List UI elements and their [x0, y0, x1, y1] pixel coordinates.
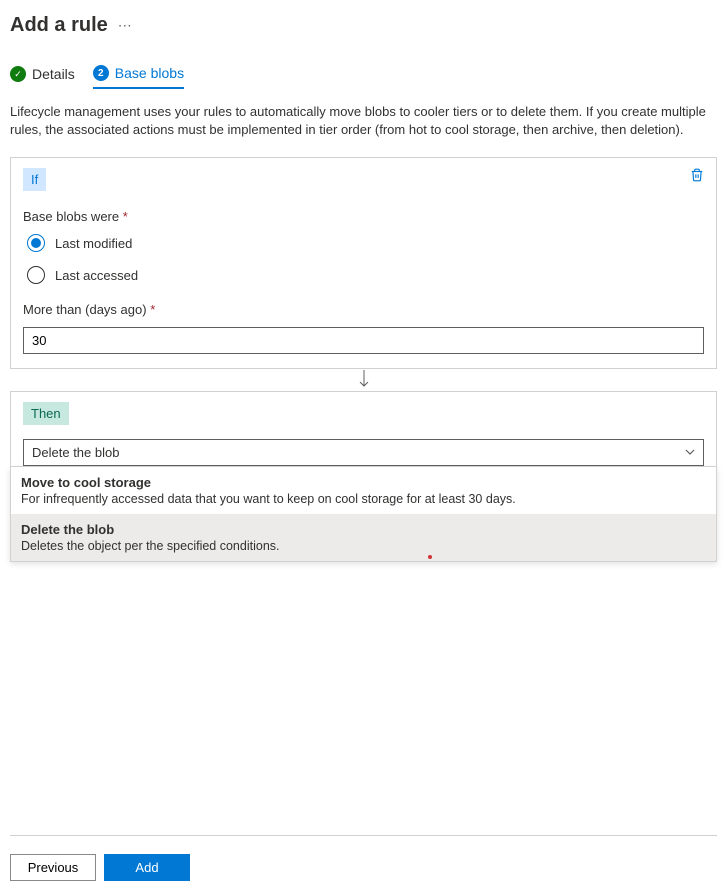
- footer: Previous Add: [10, 835, 717, 881]
- dropdown-item-title: Delete the blob: [21, 522, 706, 537]
- action-select-value: Delete the blob: [32, 445, 119, 460]
- step-number-icon: 2: [93, 65, 109, 81]
- dropdown-item-cool-storage[interactable]: Move to cool storage For infrequently ac…: [11, 467, 716, 514]
- tabs: ✓ Details 2 Base blobs: [10, 65, 717, 89]
- tab-details-label: Details: [32, 66, 75, 82]
- indicator-dot: [428, 555, 432, 559]
- radio-icon: [27, 234, 45, 252]
- description-text: Lifecycle management uses your rules to …: [10, 103, 717, 139]
- condition-label: Base blobs were *: [23, 209, 704, 224]
- dropdown-item-desc: For infrequently accessed data that you …: [21, 492, 706, 506]
- radio-last-accessed[interactable]: Last accessed: [27, 266, 704, 284]
- days-label: More than (days ago) *: [23, 302, 704, 317]
- divider: [10, 835, 717, 836]
- more-actions-icon[interactable]: ⋯: [118, 17, 132, 34]
- delete-icon[interactable]: [690, 168, 704, 185]
- chevron-down-icon: [685, 447, 695, 458]
- then-badge: Then: [23, 402, 69, 425]
- tab-base-blobs[interactable]: 2 Base blobs: [93, 65, 184, 89]
- radio-last-accessed-label: Last accessed: [55, 268, 138, 283]
- dropdown-item-desc: Deletes the object per the specified con…: [21, 539, 706, 553]
- radio-last-modified-label: Last modified: [55, 236, 132, 251]
- days-input[interactable]: [23, 327, 704, 354]
- if-condition-card: If Base blobs were * Last modified Last …: [10, 157, 717, 369]
- if-badge: If: [23, 168, 46, 191]
- connector-arrow-icon: [10, 369, 717, 391]
- check-circle-icon: ✓: [10, 66, 26, 82]
- base-blobs-radio-group: Last modified Last accessed: [27, 234, 704, 284]
- dropdown-item-delete-blob[interactable]: Delete the blob Deletes the object per t…: [11, 514, 716, 561]
- action-dropdown: Move to cool storage For infrequently ac…: [10, 467, 717, 562]
- dropdown-item-title: Move to cool storage: [21, 475, 706, 490]
- page-title: Add a rule: [10, 14, 108, 37]
- tab-base-blobs-label: Base blobs: [115, 65, 184, 81]
- add-button[interactable]: Add: [104, 854, 190, 881]
- then-action-card: Then Delete the blob: [10, 391, 717, 467]
- tab-details[interactable]: ✓ Details: [10, 65, 75, 89]
- radio-last-modified[interactable]: Last modified: [27, 234, 704, 252]
- previous-button[interactable]: Previous: [10, 854, 96, 881]
- radio-icon: [27, 266, 45, 284]
- action-select[interactable]: Delete the blob: [23, 439, 704, 466]
